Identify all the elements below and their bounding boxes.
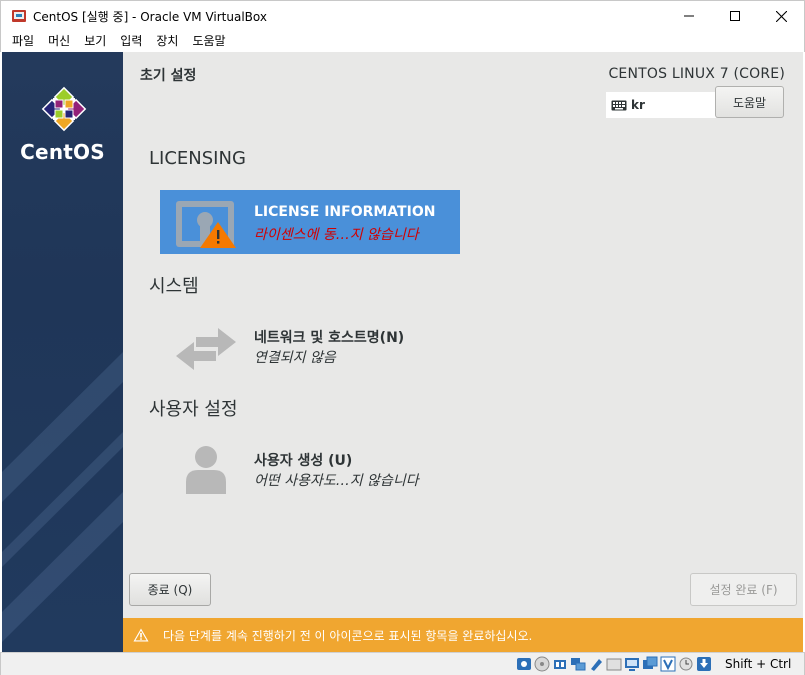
recording-icon[interactable] — [642, 656, 658, 672]
shared-folder-icon[interactable] — [606, 656, 622, 672]
vm-status-bar: Shift + Ctrl — [0, 652, 805, 675]
virtualization-icon[interactable] — [660, 656, 676, 672]
virtualbox-icon — [12, 10, 26, 22]
menu-file[interactable]: 파일 — [5, 30, 41, 52]
spoke-status: 어떤 사용자도…지 않습니다 — [254, 473, 419, 489]
vm-display[interactable]: CentOS 초기 설정 CENTOS LINUX 7 (CORE) kr 도움… — [2, 52, 803, 652]
brand-name: CentOS — [20, 140, 105, 164]
warning-bar: 다음 단계를 계속 진행하기 전 이 아이콘으로 표시된 항목을 완료하십시오. — [123, 618, 803, 652]
spoke-license-information[interactable]: LICENSE INFORMATION 라이센스에 동…지 않습니다 — [160, 190, 460, 254]
minimize-button[interactable] — [666, 1, 712, 31]
window-title: CentOS [실행 중] - Oracle VM VirtualBox — [33, 10, 267, 24]
menu-input[interactable]: 입력 — [113, 30, 149, 52]
optical-drive-icon[interactable] — [534, 656, 550, 672]
display-icon[interactable] — [624, 656, 640, 672]
usb-icon[interactable] — [588, 656, 604, 672]
device-indicators — [516, 656, 714, 672]
warning-message: 다음 단계를 계속 진행하기 전 이 아이콘으로 표시된 항목을 완료하십시오. — [163, 628, 533, 643]
menu-machine[interactable]: 머신 — [41, 30, 77, 52]
spoke-title: LICENSE INFORMATION — [254, 204, 436, 220]
maximize-icon — [730, 11, 740, 21]
keyboard-icon — [611, 100, 627, 110]
spoke-status: 연결되지 않음 — [254, 350, 336, 366]
help-button[interactable]: 도움말 — [715, 86, 784, 118]
section-title-system: 시스템 — [149, 276, 199, 297]
audio-icon[interactable] — [552, 656, 568, 672]
finish-configuration-button[interactable]: 설정 완료 (F) — [690, 573, 797, 606]
host-key-label: Shift + Ctrl — [725, 657, 792, 671]
menu-devices[interactable]: 장치 — [149, 30, 185, 52]
maximize-button[interactable] — [712, 1, 758, 31]
host-key-arrow-icon[interactable] — [696, 656, 712, 672]
minimize-icon — [684, 15, 694, 17]
section-title-licensing: LICENSING — [149, 148, 246, 169]
hard-disk-icon[interactable] — [516, 656, 532, 672]
installer-sidebar: CentOS — [2, 52, 123, 652]
network-icon[interactable] — [570, 656, 586, 672]
menu-help[interactable]: 도움말 — [185, 30, 232, 52]
keyboard-layout-label: kr — [631, 98, 645, 112]
keyboard-layout-indicator[interactable]: kr — [606, 92, 716, 118]
user-icon — [186, 446, 226, 494]
spoke-title: 사용자 생성 (U) — [254, 453, 353, 469]
menu-view[interactable]: 보기 — [77, 30, 113, 52]
section-title-user-settings: 사용자 설정 — [149, 399, 238, 420]
mouse-integration-icon[interactable] — [678, 656, 694, 672]
window-titlebar[interactable]: CentOS [실행 중] - Oracle VM VirtualBox — [0, 0, 805, 30]
close-icon — [775, 10, 787, 22]
close-button[interactable] — [758, 1, 804, 31]
quit-button[interactable]: 종료 (Q) — [129, 573, 211, 606]
centos-logo-icon — [41, 86, 87, 132]
os-name: CENTOS LINUX 7 (CORE) — [608, 66, 785, 82]
spoke-create-user[interactable]: 사용자 생성 (U) 어떤 사용자도…지 않습니다 — [160, 436, 460, 500]
spoke-status: 라이센스에 동…지 않습니다 — [254, 227, 419, 243]
license-warning-icon — [176, 201, 236, 248]
spoke-network-hostname[interactable]: 네트워크 및 호스트명(N) 연결되지 않음 — [160, 313, 460, 377]
network-arrows-icon — [176, 328, 236, 370]
menu-bar: 파일 머신 보기 입력 장치 도움말 — [0, 30, 805, 52]
warning-icon — [133, 628, 149, 642]
spoke-title: 네트워크 및 호스트명(N) — [254, 330, 405, 346]
page-title: 초기 설정 — [140, 68, 197, 84]
